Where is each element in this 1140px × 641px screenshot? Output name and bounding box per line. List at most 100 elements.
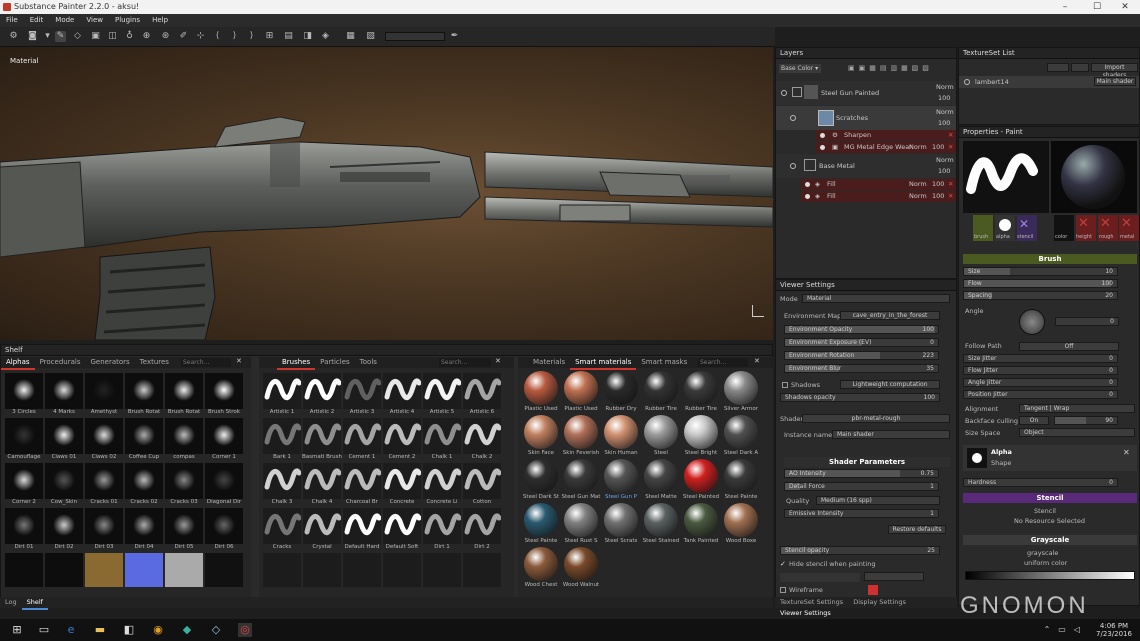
ao-intensity-slider[interactable]: AO Intensity 0.75 bbox=[784, 469, 939, 478]
brush-thumbnail[interactable] bbox=[463, 418, 502, 454]
tab-textures[interactable]: Textures bbox=[135, 357, 174, 368]
polygon-fill-icon[interactable]: ◫ bbox=[107, 31, 118, 42]
alpha-thumbnail[interactable] bbox=[165, 508, 203, 544]
minimize-icon[interactable]: – bbox=[1050, 0, 1080, 14]
alpha-thumbnail[interactable] bbox=[165, 418, 203, 454]
menu-mode[interactable]: Mode bbox=[49, 14, 80, 27]
brush-section-header[interactable]: Brush bbox=[963, 254, 1137, 264]
layer-row[interactable]: Base Metal Norm 100 bbox=[776, 154, 956, 178]
material-thumbnail[interactable] bbox=[564, 547, 598, 581]
visibility-icon[interactable] bbox=[781, 90, 787, 96]
menu-edit[interactable]: Edit bbox=[24, 14, 50, 27]
quality-select[interactable]: Medium (16 spp) bbox=[816, 496, 940, 505]
wireframe-checkbox[interactable] bbox=[780, 587, 786, 593]
brush-thumbnail[interactable] bbox=[263, 373, 302, 409]
tab-tools[interactable]: Tools bbox=[355, 357, 382, 368]
tab-smart-materials[interactable]: Smart materials bbox=[570, 357, 637, 370]
tab-shelf[interactable]: Shelf bbox=[21, 597, 48, 610]
material-thumbnail[interactable] bbox=[684, 415, 718, 449]
layer-actions-icons[interactable]: ▣▣▦▤▥▦▧▨ bbox=[848, 64, 956, 73]
size-space-select[interactable]: Object bbox=[1019, 428, 1135, 437]
camera-settings-icon[interactable]: ◨ bbox=[302, 31, 313, 42]
edge-browser-icon[interactable]: e bbox=[64, 623, 78, 637]
material-thumbnail[interactable] bbox=[684, 503, 718, 537]
effect-opacity[interactable]: 100 bbox=[932, 141, 944, 153]
effect-row[interactable]: ▣ MG Metal Edge Wear Norm 100 ✕ bbox=[816, 142, 956, 153]
tab-smart-masks[interactable]: Smart masks bbox=[636, 357, 692, 368]
layer-row[interactable]: Scratches Norm 100 bbox=[776, 106, 956, 130]
alpha-thumbnail[interactable] bbox=[205, 418, 243, 454]
clone-icon[interactable]: ⊕ bbox=[141, 31, 152, 42]
brush-thumbnail[interactable] bbox=[343, 418, 382, 454]
mode-select[interactable]: Material bbox=[802, 294, 950, 303]
layer-row[interactable]: Steel Gun Painted Norm 100 bbox=[776, 81, 956, 105]
height-slot[interactable]: ✕ height bbox=[1076, 215, 1096, 241]
projection-icon[interactable]: ▣ bbox=[90, 31, 101, 42]
eraser-icon[interactable]: ◇ bbox=[72, 31, 83, 42]
alpha-thumbnail[interactable] bbox=[45, 463, 83, 499]
stencil-opacity-slider[interactable]: Stencil opacity 25 bbox=[780, 546, 940, 555]
app-icon[interactable]: ◇ bbox=[209, 623, 223, 637]
brush-thumbnail[interactable] bbox=[463, 553, 501, 587]
brush-thumbnail[interactable] bbox=[343, 373, 382, 409]
material-thumbnail[interactable] bbox=[564, 459, 598, 493]
alpha-thumbnail[interactable] bbox=[165, 373, 203, 409]
texture-thumbnail[interactable] bbox=[5, 553, 43, 587]
material-thumbnail[interactable] bbox=[724, 415, 758, 449]
layer-opacity[interactable]: 100 bbox=[938, 117, 950, 129]
texture-thumbnail[interactable] bbox=[85, 553, 123, 587]
brush-thumbnail[interactable] bbox=[423, 373, 462, 409]
textureset-item[interactable]: lambert14 Main shader bbox=[959, 76, 1139, 88]
textureset-option-button[interactable] bbox=[1047, 63, 1069, 72]
angle-slider[interactable]: 0 bbox=[1055, 317, 1119, 326]
menu-view[interactable]: View bbox=[80, 14, 109, 27]
visibility-icon[interactable] bbox=[820, 145, 825, 150]
texture-thumbnail[interactable] bbox=[205, 553, 243, 587]
render-icon[interactable]: ▧ bbox=[365, 31, 376, 42]
material-thumbnail[interactable] bbox=[604, 415, 638, 449]
mirror-x-icon[interactable]: ⟨ bbox=[212, 31, 223, 42]
tab-particles[interactable]: Particles bbox=[315, 357, 355, 368]
effect-blend[interactable]: Norm bbox=[909, 141, 927, 153]
brush-thumbnail[interactable] bbox=[263, 553, 301, 587]
brush-thumbnail[interactable] bbox=[343, 463, 382, 499]
smudge-icon[interactable]: ♁ bbox=[124, 31, 135, 42]
cube-icon[interactable]: ◈ bbox=[320, 31, 331, 42]
shader-select[interactable]: Main shader bbox=[1094, 77, 1136, 86]
alpha-slot[interactable]: alpha bbox=[995, 215, 1015, 241]
alpha-thumbnail[interactable] bbox=[45, 508, 83, 544]
texture-thumbnail[interactable] bbox=[45, 553, 83, 587]
brush-thumbnail[interactable] bbox=[423, 418, 462, 454]
visibility-icon[interactable] bbox=[820, 133, 825, 138]
alpha-thumbnail[interactable] bbox=[205, 508, 243, 544]
remove-effect-icon[interactable]: ✕ bbox=[948, 129, 953, 141]
settings-icon[interactable]: ⚙ bbox=[8, 31, 19, 42]
position-jitter-slider[interactable]: Position Jitter 0 bbox=[963, 390, 1118, 399]
screenshot-icon[interactable]: ▦ bbox=[345, 31, 356, 42]
app-icon[interactable]: ◆ bbox=[180, 623, 194, 637]
material-thumbnail[interactable] bbox=[644, 503, 678, 537]
alpha-thumbnail[interactable] bbox=[45, 373, 83, 409]
material-thumbnail[interactable] bbox=[724, 459, 758, 493]
brush-thumbnail[interactable] bbox=[463, 508, 502, 544]
spacing-slider[interactable]: Spacing 20 bbox=[963, 291, 1118, 300]
menu-help[interactable]: Help bbox=[146, 14, 174, 27]
material-thumbnail[interactable] bbox=[724, 503, 758, 537]
layer-opacity[interactable]: 100 bbox=[938, 165, 950, 177]
shader-parameters-header[interactable]: Shader Parameters bbox=[784, 457, 950, 467]
layer-blend[interactable]: Norm bbox=[909, 178, 927, 190]
brush-thumbnail[interactable] bbox=[303, 373, 342, 409]
windows-start-icon[interactable]: ⊞ bbox=[10, 623, 24, 637]
material-thumbnail[interactable] bbox=[604, 459, 638, 493]
close-search-icon[interactable]: ✕ bbox=[495, 357, 501, 365]
detail-force-slider[interactable]: Detail Force 1 bbox=[784, 482, 939, 491]
material-thumbnail[interactable] bbox=[604, 371, 638, 405]
layer-blend[interactable]: Norm bbox=[909, 190, 927, 202]
brushes-search-input[interactable]: Search... bbox=[439, 358, 491, 367]
grayscale-section-header[interactable]: Grayscale bbox=[963, 535, 1137, 545]
tray-up-icon[interactable]: ⌃ bbox=[1040, 623, 1054, 637]
brush-thumbnail[interactable] bbox=[423, 508, 462, 544]
remove-effect-icon[interactable]: ✕ bbox=[948, 141, 953, 153]
brush-thumbnail[interactable] bbox=[423, 553, 461, 587]
dropdown-icon[interactable]: ▾ bbox=[42, 31, 53, 42]
